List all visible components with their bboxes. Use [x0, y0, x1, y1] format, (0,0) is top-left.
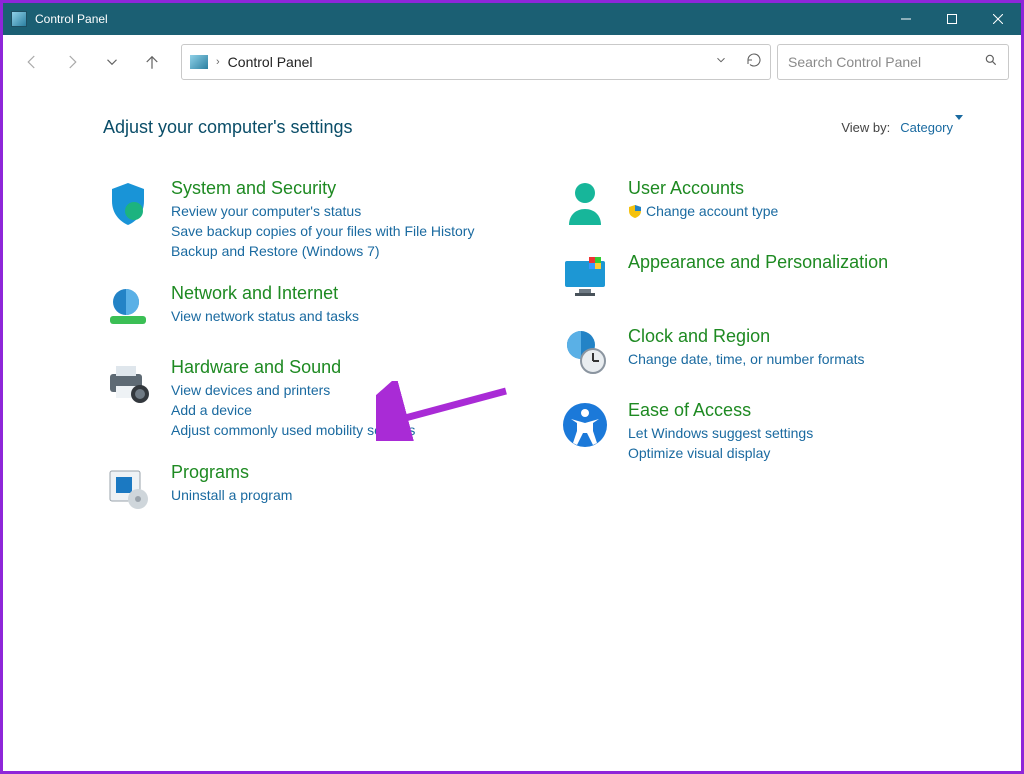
refresh-button[interactable] — [746, 52, 762, 73]
printer-icon — [103, 357, 153, 407]
item-clock-region: Clock and Region Change date, time, or n… — [560, 326, 993, 376]
view-by: View by: Category — [841, 120, 963, 135]
category-title[interactable]: Clock and Region — [628, 326, 993, 347]
monitor-icon — [560, 252, 610, 302]
item-network-internet: Network and Internet View network status… — [103, 283, 536, 333]
nav-row: › Control Panel — [3, 35, 1021, 89]
search-icon[interactable] — [984, 53, 998, 72]
forward-button[interactable] — [55, 45, 89, 79]
address-bar[interactable]: › Control Panel — [181, 44, 771, 80]
category-link[interactable]: Optimize visual display — [628, 445, 993, 461]
recent-dropdown[interactable] — [95, 45, 129, 79]
category-link[interactable]: Add a device — [171, 402, 536, 418]
clock-globe-icon — [560, 326, 610, 376]
category-link[interactable]: Let Windows suggest settings — [628, 425, 993, 441]
item-appearance-personalization: Appearance and Personalization — [560, 252, 993, 302]
up-button[interactable] — [135, 45, 169, 79]
caret-down-icon — [955, 115, 963, 135]
view-by-label: View by: — [841, 120, 890, 135]
item-user-accounts: User Accounts Change account type — [560, 178, 993, 228]
minimize-button[interactable] — [883, 3, 929, 35]
category-link[interactable]: Change date, time, or number formats — [628, 351, 993, 367]
category-link[interactable]: Uninstall a program — [171, 487, 536, 503]
category-title[interactable]: Appearance and Personalization — [628, 252, 993, 273]
window-title: Control Panel — [35, 12, 108, 26]
item-system-security: System and Security Review your computer… — [103, 178, 536, 259]
search-input[interactable] — [788, 54, 984, 70]
address-history-dropdown[interactable] — [714, 53, 728, 72]
item-ease-of-access: Ease of Access Let Windows suggest setti… — [560, 400, 993, 461]
content-area: Adjust your computer's settings View by:… — [3, 89, 1021, 536]
category-link[interactable]: View network status and tasks — [171, 308, 536, 324]
category-title[interactable]: Programs — [171, 462, 536, 483]
shield-icon — [103, 178, 153, 228]
network-icon — [103, 283, 153, 333]
category-link[interactable]: Adjust commonly used mobility settings — [171, 422, 536, 438]
category-title[interactable]: System and Security — [171, 178, 536, 199]
programs-icon — [103, 462, 153, 512]
page-title: Adjust your computer's settings — [103, 117, 353, 138]
uac-shield-icon — [628, 204, 642, 218]
category-title[interactable]: Network and Internet — [171, 283, 536, 304]
category-link[interactable]: View devices and printers — [171, 382, 536, 398]
category-link[interactable]: Backup and Restore (Windows 7) — [171, 243, 536, 259]
breadcrumb-sep-icon: › — [216, 56, 220, 68]
item-programs: Programs Uninstall a program — [103, 462, 536, 512]
accessibility-icon — [560, 400, 610, 450]
app-icon — [11, 11, 27, 27]
person-icon — [560, 178, 610, 228]
category-link[interactable]: Change account type — [628, 203, 993, 219]
view-by-value[interactable]: Category — [900, 120, 963, 135]
right-column: User Accounts Change account type — [560, 178, 993, 536]
category-title[interactable]: Hardware and Sound — [171, 357, 536, 378]
address-icon — [190, 55, 208, 69]
category-title[interactable]: User Accounts — [628, 178, 993, 199]
maximize-button[interactable] — [929, 3, 975, 35]
search-bar[interactable] — [777, 44, 1009, 80]
left-column: System and Security Review your computer… — [103, 178, 536, 536]
titlebar: Control Panel — [3, 3, 1021, 35]
category-link[interactable]: Save backup copies of your files with Fi… — [171, 223, 536, 239]
breadcrumb-current[interactable]: Control Panel — [228, 54, 313, 70]
category-title[interactable]: Ease of Access — [628, 400, 993, 421]
back-button[interactable] — [15, 45, 49, 79]
category-link[interactable]: Review your computer's status — [171, 203, 536, 219]
item-hardware-sound: Hardware and Sound View devices and prin… — [103, 357, 536, 438]
close-button[interactable] — [975, 3, 1021, 35]
